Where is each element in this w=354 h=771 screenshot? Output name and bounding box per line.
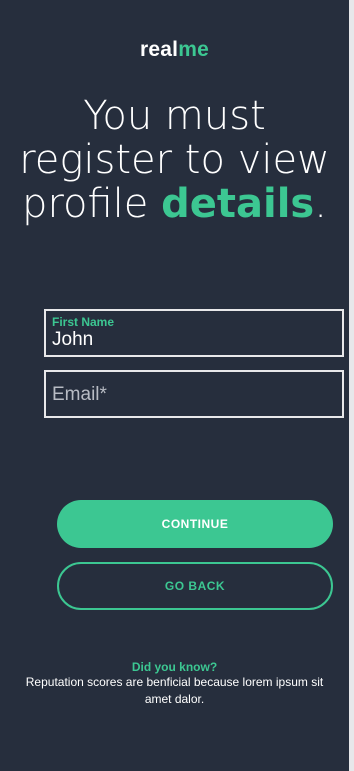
go-back-button[interactable]: GO BACK xyxy=(57,562,333,610)
tip-body: Reputation scores are benficial because … xyxy=(25,675,324,706)
continue-button[interactable]: CONTINUE xyxy=(57,500,333,548)
first-name-field[interactable]: First Name John xyxy=(44,309,344,357)
headline-line-1: You must xyxy=(83,93,266,139)
page-headline: You must register to view profile detail… xyxy=(0,94,349,226)
headline-highlight: details xyxy=(161,181,315,227)
screen-edge xyxy=(349,0,354,771)
headline-line-3-suffix: . xyxy=(314,181,327,227)
headline-line-3-prefix: profile xyxy=(22,181,162,227)
logo-prefix: real xyxy=(140,38,179,61)
email-placeholder[interactable]: Email* xyxy=(52,384,107,406)
email-field[interactable]: Email* xyxy=(44,370,344,418)
logo-accent: me xyxy=(178,38,209,61)
register-screen: realme You must register to view profile… xyxy=(0,0,349,771)
headline-line-3: profile details. xyxy=(0,182,349,226)
app-logo: realme xyxy=(0,38,349,62)
tip-title: Did you know? xyxy=(131,660,218,674)
first-name-value[interactable]: John xyxy=(52,329,93,351)
headline-line-2: register to view xyxy=(19,137,330,183)
first-name-label: First Name xyxy=(52,315,115,329)
tip-section: Did you know? Reputation scores are benf… xyxy=(0,660,349,708)
